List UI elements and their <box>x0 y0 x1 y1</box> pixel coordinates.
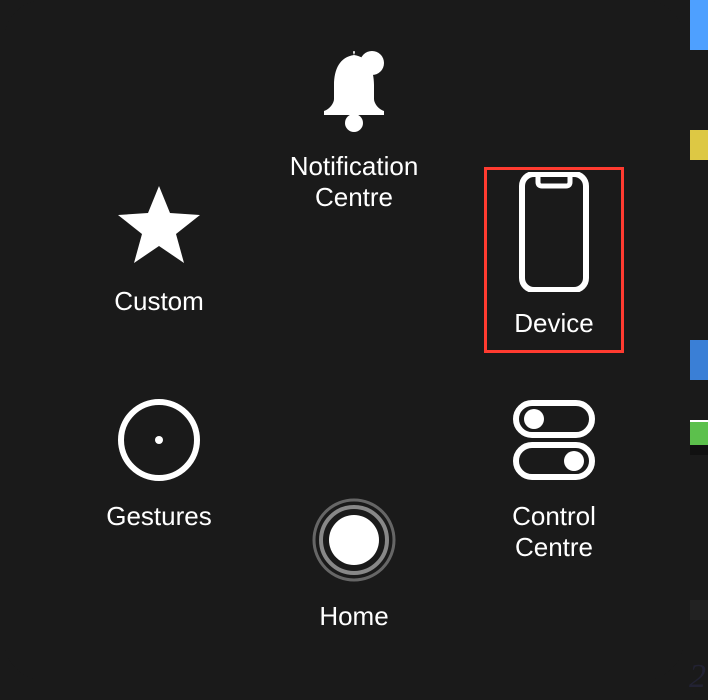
bell-icon <box>314 45 394 135</box>
background-stripe <box>690 420 708 445</box>
phone-icon <box>518 172 590 292</box>
gestures-button[interactable]: Gestures <box>69 395 249 532</box>
notification-centre-button[interactable]: Notification Centre <box>244 45 464 213</box>
custom-label: Custom <box>114 286 204 317</box>
device-label: Device <box>514 308 593 339</box>
background-stripe <box>690 130 708 160</box>
home-label: Home <box>319 601 388 632</box>
device-button[interactable]: Device <box>464 172 644 339</box>
gestures-label: Gestures <box>106 501 212 532</box>
custom-button[interactable]: Custom <box>69 180 249 317</box>
control-centre-label: Control Centre <box>512 501 596 563</box>
background-stripe <box>690 445 708 455</box>
home-button[interactable]: Home <box>264 495 444 632</box>
home-button-icon <box>309 495 399 585</box>
background-stripe <box>690 600 708 620</box>
assistive-touch-panel: Notification Centre Custom Device Gestur… <box>4 0 684 680</box>
toggles-icon <box>504 395 604 485</box>
star-icon <box>114 180 204 270</box>
corner-digit: 2 <box>689 658 706 696</box>
background-stripe <box>690 340 708 380</box>
target-circle-icon <box>114 395 204 485</box>
notification-centre-label: Notification Centre <box>290 151 419 213</box>
control-centre-button[interactable]: Control Centre <box>459 395 649 563</box>
background-stripe <box>690 0 708 50</box>
